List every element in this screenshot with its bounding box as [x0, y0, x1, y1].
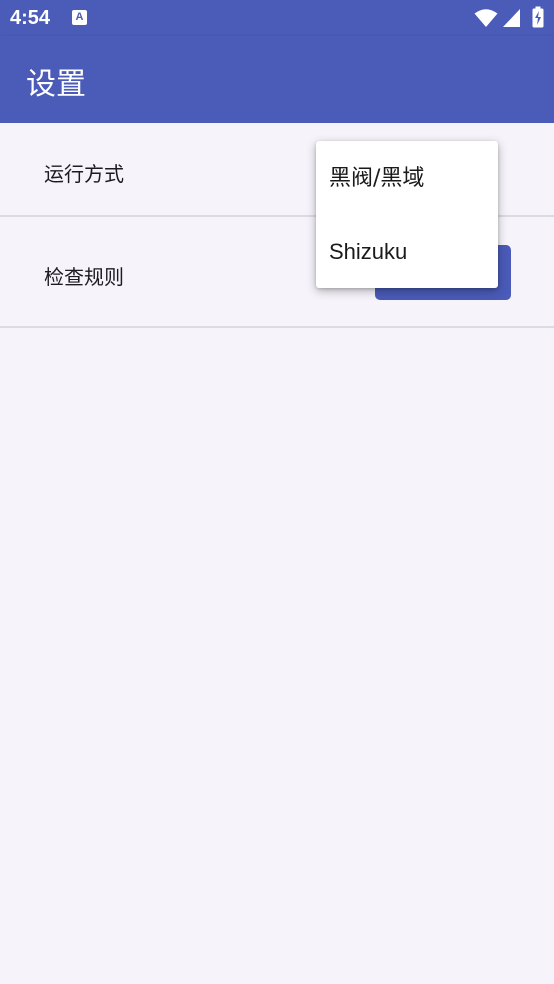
status-bar: 4:54 A: [0, 0, 554, 36]
setting-label-run-mode: 运行方式: [44, 162, 124, 186]
run-mode-dropdown-menu: 黑阀/黑域 Shizuku: [316, 141, 498, 288]
app-bar: 设置: [0, 36, 554, 123]
wifi-icon: [474, 9, 498, 27]
accessibility-notification-icon: A: [72, 10, 87, 25]
status-time: 4:54: [10, 7, 51, 29]
page-title: 设置: [26, 67, 86, 102]
menu-option-shizuku[interactable]: Shizuku: [316, 215, 498, 288]
menu-option-brevent[interactable]: 黑阀/黑域: [316, 142, 498, 215]
battery-charging-icon: [532, 6, 544, 28]
cellular-signal-icon: [503, 9, 520, 27]
setting-label-check-rules: 检查规则: [44, 265, 124, 289]
